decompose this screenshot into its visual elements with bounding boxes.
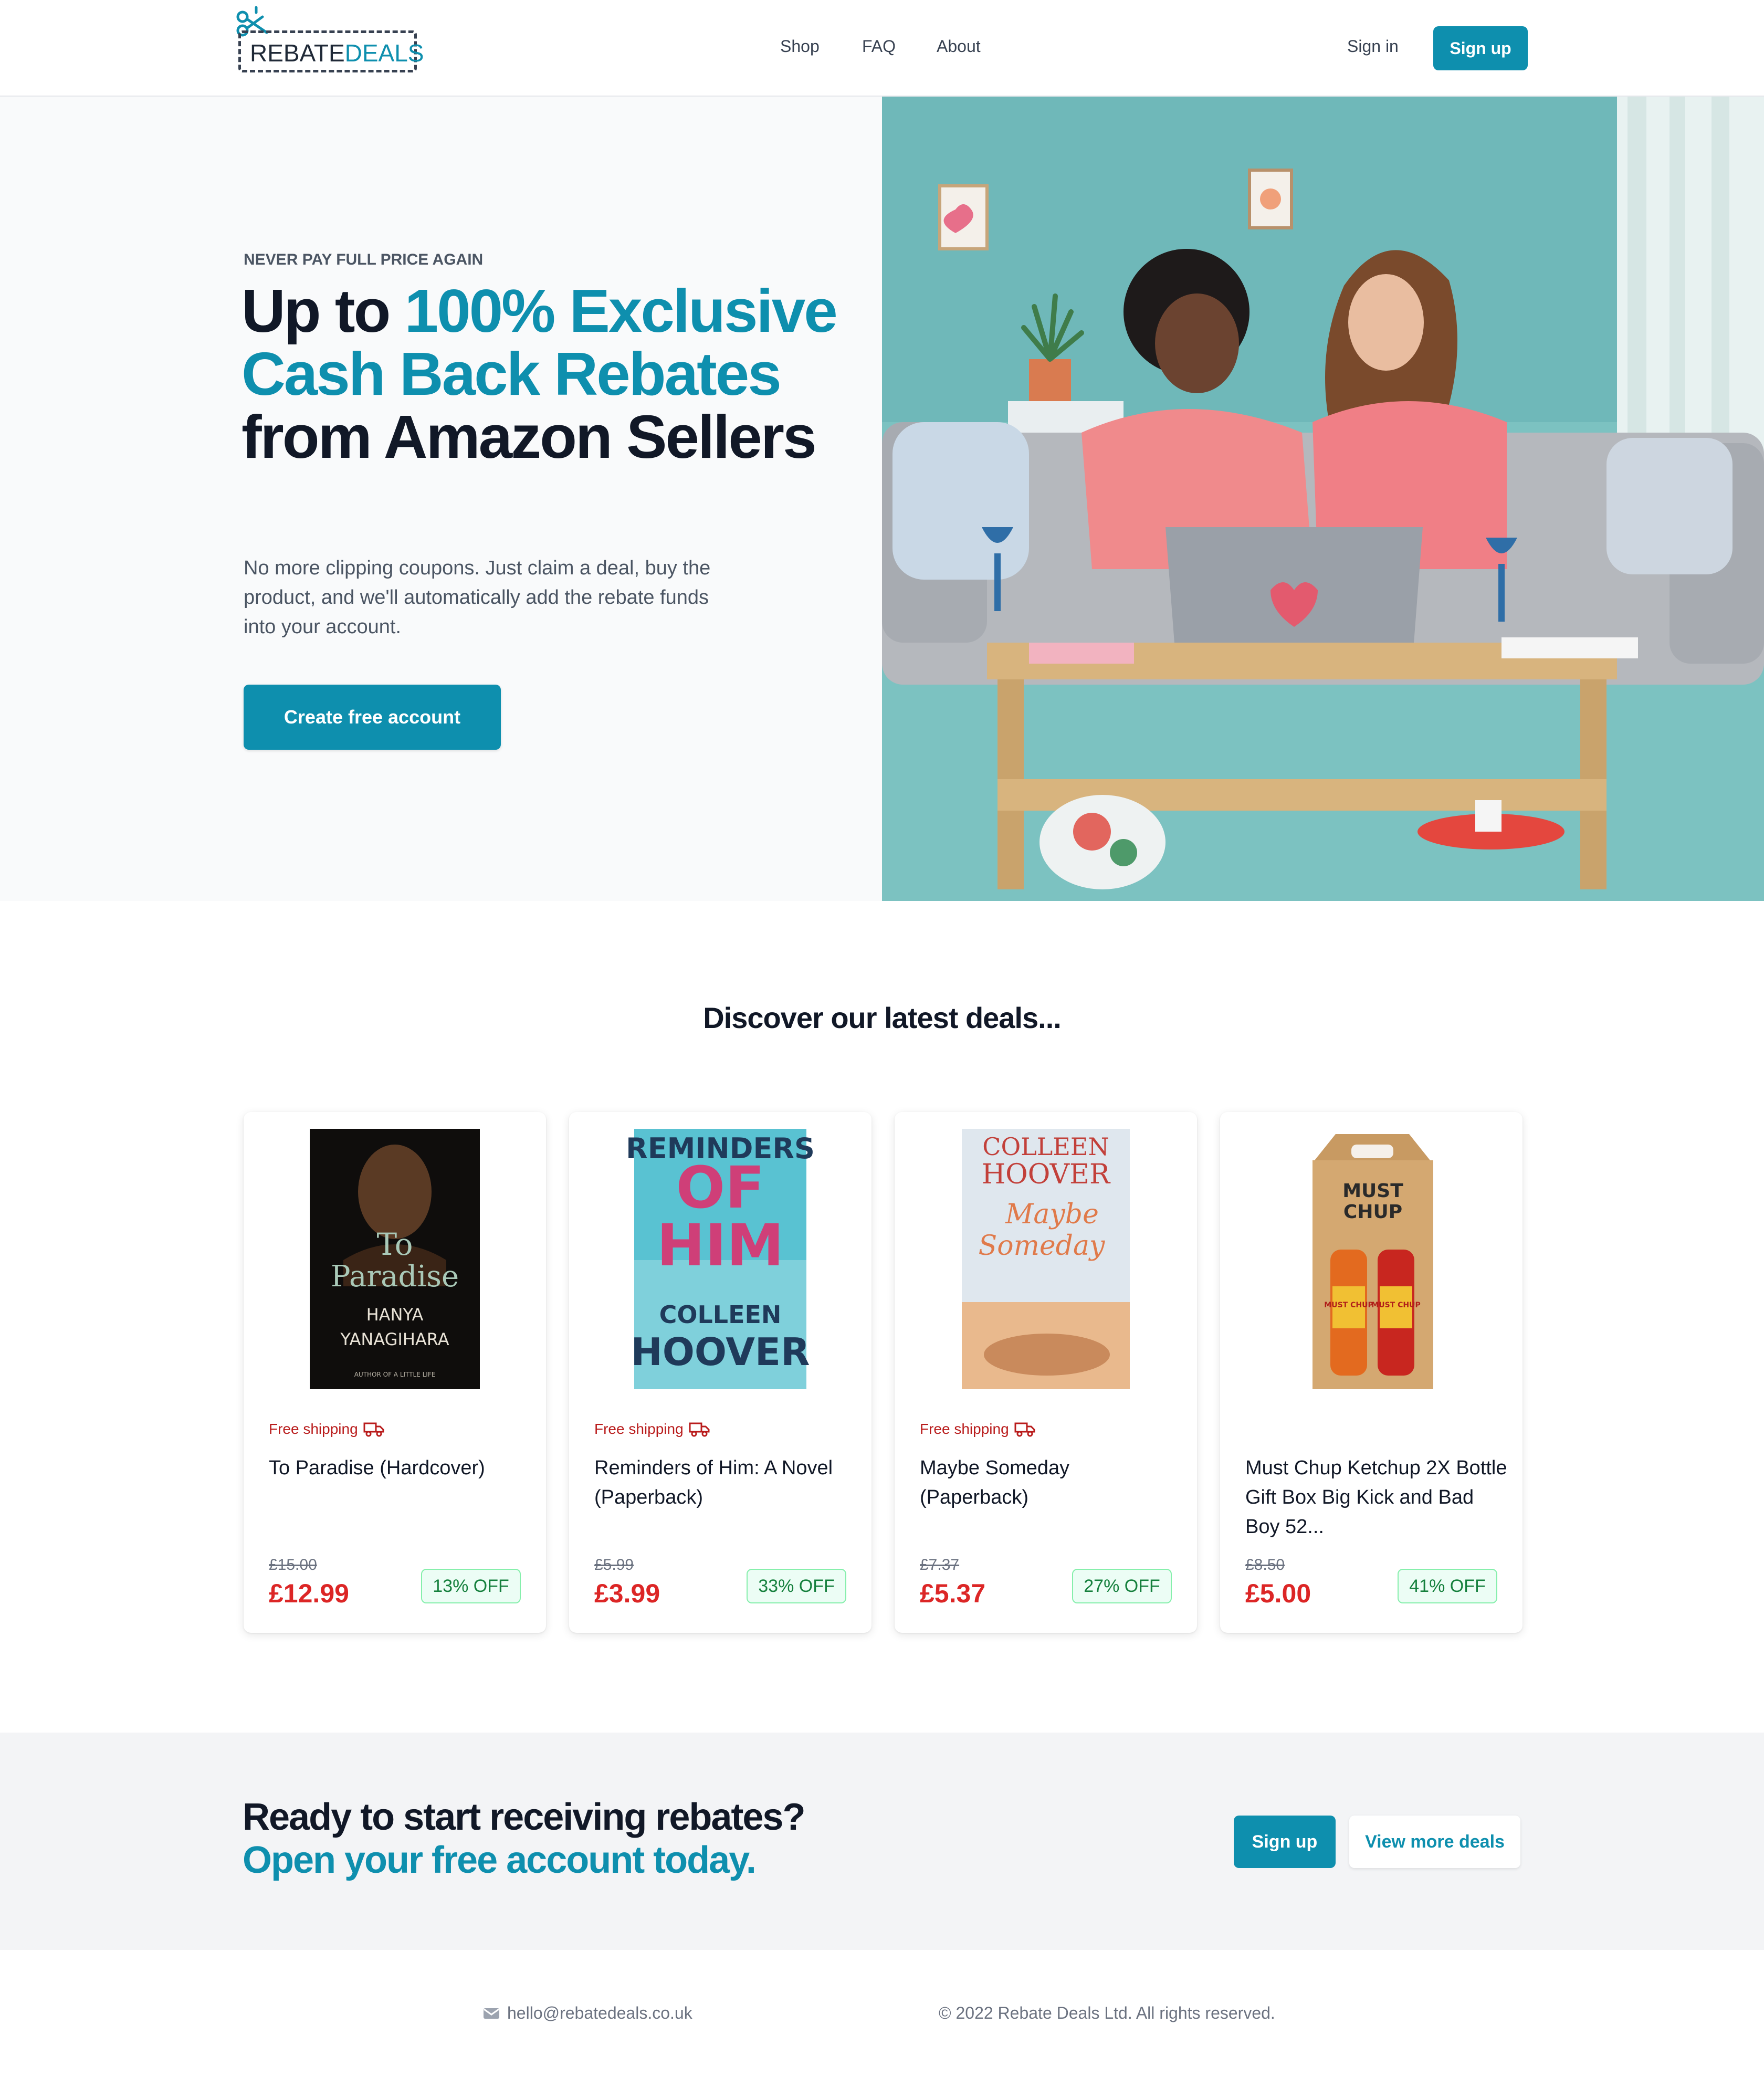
product-title[interactable]: Reminders of Him: A Novel (Paperback) [594, 1453, 857, 1512]
cover-text: CHUP [1343, 1201, 1402, 1223]
hero-title-part-a: Up to [242, 277, 405, 345]
header-sign-up-button[interactable]: Sign up [1433, 26, 1528, 70]
sale-price: £12.99 [269, 1579, 349, 1608]
mail-icon [484, 2008, 499, 2019]
product-title[interactable]: Must Chup Ketchup 2X Bottle Gift Box Big… [1245, 1453, 1508, 1541]
discount-badge: 33% OFF [747, 1569, 846, 1603]
free-shipping-text: Free shipping [269, 1421, 358, 1437]
logo-part-deals: DEALS [344, 39, 424, 67]
sign-in-link[interactable]: Sign in [1347, 37, 1399, 56]
logo-part-rebate: REBATE [250, 39, 345, 67]
original-price: £5.99 [594, 1556, 634, 1574]
cover-text: AUTHOR OF A LITTLE LIFE [354, 1371, 436, 1378]
site-header: REBATEDEALS Shop FAQ About Sign in Sign … [0, 0, 1764, 97]
discount-badge: 27% OFF [1072, 1569, 1172, 1603]
book-cover-to-paradise: To Paradise HANYA YANAGIHARA AUTHOR OF A… [310, 1129, 480, 1389]
nav-shop-link[interactable]: Shop [780, 37, 820, 56]
living-room-illustration [882, 97, 1764, 901]
product-image: COLLEEN HOOVER Maybe Someday [895, 1129, 1197, 1389]
create-account-button[interactable]: Create free account [244, 685, 501, 750]
hero-description: No more clipping coupons. Just claim a d… [244, 557, 711, 638]
cta-subheading: Open your free account today. [243, 1839, 757, 1881]
original-price: £15.00 [269, 1556, 317, 1574]
book-cover-reminders-of-him: REMINDERS OF HIM COLLEEN HOOVER [626, 1129, 815, 1389]
logo-wordmark: REBATEDEALS [250, 39, 424, 67]
deal-card[interactable]: MUST CHUP MUST CHUP MUST CHUP Must Chup … [1220, 1112, 1522, 1633]
cover-text: HIM [657, 1212, 784, 1279]
product-image: REMINDERS OF HIM COLLEEN HOOVER [569, 1129, 872, 1389]
free-shipping-text: Free shipping [594, 1421, 684, 1437]
brand-logo[interactable]: REBATEDEALS [235, 5, 424, 74]
truck-icon [363, 1422, 384, 1437]
cover-text: COLLEEN [982, 1132, 1109, 1161]
original-price: £7.37 [920, 1556, 960, 1574]
sale-price: £3.99 [594, 1579, 660, 1608]
cover-text: Maybe [1005, 1199, 1099, 1230]
truck-icon [1014, 1422, 1035, 1437]
sale-price: £5.37 [920, 1579, 986, 1608]
copyright: © 2022 Rebate Deals Ltd. All rights rese… [939, 2003, 1275, 2022]
cover-text: Someday [979, 1230, 1105, 1262]
original-price: £8.50 [1245, 1556, 1285, 1574]
free-shipping-label: Free shipping [269, 1421, 384, 1438]
email-text[interactable]: hello@rebatedeals.co.uk [507, 2003, 692, 2023]
view-more-deals-button[interactable]: View more deals [1349, 1816, 1520, 1868]
book-cover-maybe-someday: COLLEEN HOOVER Maybe Someday [962, 1129, 1130, 1389]
product-title[interactable]: Maybe Someday (Paperback) [920, 1453, 1182, 1512]
free-shipping-label: Free shipping [920, 1421, 1035, 1438]
sale-price: £5.00 [1245, 1579, 1311, 1608]
nav-about-link[interactable]: About [937, 37, 981, 56]
discount-badge: 41% OFF [1398, 1569, 1497, 1603]
hero-eyebrow: NEVER PAY FULL PRICE AGAIN [244, 251, 484, 268]
cover-text: HOOVER [982, 1159, 1111, 1190]
deal-card[interactable]: REMINDERS OF HIM COLLEEN HOOVER Free shi… [569, 1112, 872, 1633]
product-image: MUST CHUP MUST CHUP MUST CHUP [1220, 1129, 1522, 1389]
hero-section [0, 97, 882, 901]
cover-text: MUST CHUP [1324, 1301, 1373, 1309]
cover-text: MUST [1342, 1180, 1403, 1202]
hero-title: Up to 100% Exclusive Cash Back Rebates f… [242, 279, 861, 468]
truck-icon [689, 1422, 710, 1437]
cta-heading: Ready to start receiving rebates? [243, 1796, 805, 1838]
deal-card[interactable]: To Paradise HANYA YANAGIHARA AUTHOR OF A… [244, 1112, 546, 1633]
cover-text: OF [676, 1154, 765, 1221]
deals-heading: Discover our latest deals... [703, 1001, 1062, 1034]
cover-text: To [376, 1226, 413, 1262]
hero-title-part-c: from Amazon Sellers [242, 403, 817, 471]
free-shipping-label: Free shipping [594, 1421, 710, 1438]
free-shipping-text: Free shipping [920, 1421, 1009, 1437]
cta-sign-up-button[interactable]: Sign up [1234, 1816, 1336, 1868]
cover-text: YANAGIHARA [340, 1329, 449, 1349]
cover-text: COLLEEN [659, 1300, 782, 1329]
contact-email[interactable]: hello@rebatedeals.co.uk [483, 2003, 692, 2023]
cover-text: MUST CHUP [1371, 1301, 1420, 1309]
ketchup-gift-box: MUST CHUP MUST CHUP MUST CHUP [1312, 1134, 1433, 1389]
deal-card[interactable]: COLLEEN HOOVER Maybe Someday Free shippi… [895, 1112, 1197, 1633]
cover-text: HANYA [366, 1305, 424, 1325]
product-image: To Paradise HANYA YANAGIHARA AUTHOR OF A… [244, 1129, 546, 1389]
discount-badge: 13% OFF [421, 1569, 521, 1603]
site-footer [0, 1950, 1764, 2077]
product-title[interactable]: To Paradise (Hardcover) [269, 1453, 531, 1483]
cover-text: HOOVER [631, 1330, 810, 1374]
hero-photo [882, 97, 1764, 901]
nav-faq-link[interactable]: FAQ [862, 37, 896, 56]
cover-text: Paradise [331, 1260, 459, 1294]
